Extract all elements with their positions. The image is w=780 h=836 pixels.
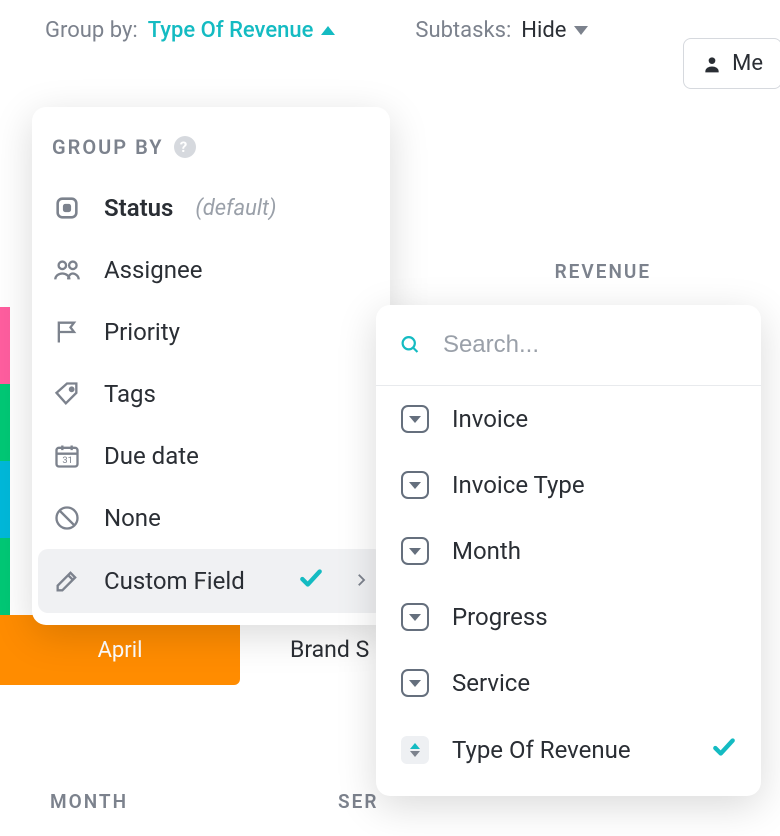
strip-pink — [0, 307, 10, 384]
field-progress[interactable]: Progress — [376, 584, 761, 650]
groupby-option-status[interactable]: Status (default) — [32, 177, 390, 239]
calendar-icon: 31 — [52, 441, 82, 471]
field-month[interactable]: Month — [376, 518, 761, 584]
groupby-popup-title: GROUP BY — [52, 135, 164, 159]
me-button[interactable]: Me — [683, 38, 780, 89]
field-invoice[interactable]: Invoice — [376, 386, 761, 452]
sort-icon — [400, 735, 430, 765]
none-icon — [52, 503, 82, 533]
groupby-option-assignee[interactable]: Assignee — [32, 239, 390, 301]
groupby-option-duedate[interactable]: 31 Due date — [32, 425, 390, 487]
subtasks-value: Hide — [521, 18, 588, 43]
strip-green2 — [0, 538, 10, 615]
groupby-popup-header: GROUP BY ? — [32, 135, 390, 177]
subtasks-label: Subtasks: — [415, 18, 511, 43]
check-icon — [711, 734, 737, 766]
customfield-label: Custom Field — [104, 567, 245, 595]
chevron-right-icon — [352, 567, 370, 595]
caret-down-icon — [574, 26, 588, 35]
customfields-popup: Invoice Invoice Type Month Progress Serv… — [376, 305, 761, 796]
subtasks-value-text: Hide — [521, 18, 566, 43]
groupby-label: Group by: — [45, 18, 138, 43]
field-type-of-revenue[interactable]: Type Of Revenue — [376, 716, 761, 784]
groupby-popup: GROUP BY ? Status (default) Assignee Pri… — [32, 107, 390, 625]
none-label: None — [104, 504, 161, 532]
svg-text:31: 31 — [62, 455, 73, 466]
field-service-label: Service — [452, 669, 530, 697]
me-label: Me — [732, 51, 763, 76]
caret-up-icon — [321, 26, 335, 35]
groupby-value: Type Of Revenue — [148, 18, 336, 43]
priority-label: Priority — [104, 318, 180, 346]
filter-toolbar: Group by: Type Of Revenue Subtasks: Hide — [0, 0, 780, 61]
strip-green — [0, 384, 10, 461]
footer-service: SER — [338, 790, 378, 813]
subtasks-dropdown[interactable]: Subtasks: Hide — [415, 18, 588, 43]
color-strips — [0, 307, 10, 615]
tags-icon — [52, 379, 82, 409]
dropdown-icon — [400, 536, 430, 566]
col-header-revenue: REVENUE — [555, 260, 651, 283]
groupby-option-priority[interactable]: Priority — [32, 301, 390, 363]
groupby-value-text: Type Of Revenue — [148, 18, 314, 43]
status-default-note: (default) — [195, 196, 276, 221]
field-type-of-revenue-label: Type Of Revenue — [452, 736, 631, 764]
footer-month: MONTH — [50, 790, 128, 813]
dropdown-icon — [400, 602, 430, 632]
assignee-label: Assignee — [104, 256, 202, 284]
assignee-icon — [52, 255, 82, 285]
check-icon — [298, 565, 324, 597]
dropdown-icon — [400, 404, 430, 434]
groupby-dropdown[interactable]: Group by: Type Of Revenue — [45, 18, 335, 43]
dropdown-icon — [400, 470, 430, 500]
help-icon[interactable]: ? — [174, 136, 196, 158]
april-text: April — [98, 638, 143, 663]
month-april-block[interactable]: April — [0, 615, 240, 685]
brand-text: Brand S — [290, 636, 369, 663]
field-invoice-label: Invoice — [452, 405, 528, 433]
search-row — [376, 305, 761, 386]
search-input[interactable] — [443, 331, 737, 359]
tags-label: Tags — [104, 380, 156, 408]
status-icon — [52, 193, 82, 223]
search-icon — [400, 333, 421, 357]
groupby-option-customfield[interactable]: Custom Field — [38, 549, 384, 613]
dropdown-icon — [400, 668, 430, 698]
groupby-option-none[interactable]: None — [32, 487, 390, 549]
field-month-label: Month — [452, 537, 521, 565]
priority-icon — [52, 317, 82, 347]
customfield-icon — [52, 566, 82, 596]
field-invoice-type[interactable]: Invoice Type — [376, 452, 761, 518]
status-label: Status — [104, 194, 173, 222]
field-progress-label: Progress — [452, 603, 548, 631]
field-service[interactable]: Service — [376, 650, 761, 716]
field-invoice-type-label: Invoice Type — [452, 471, 585, 499]
strip-cyan — [0, 461, 10, 538]
duedate-label: Due date — [104, 442, 199, 470]
person-icon — [702, 54, 722, 74]
footer-headers: MONTH SER — [50, 790, 378, 813]
groupby-option-tags[interactable]: Tags — [32, 363, 390, 425]
